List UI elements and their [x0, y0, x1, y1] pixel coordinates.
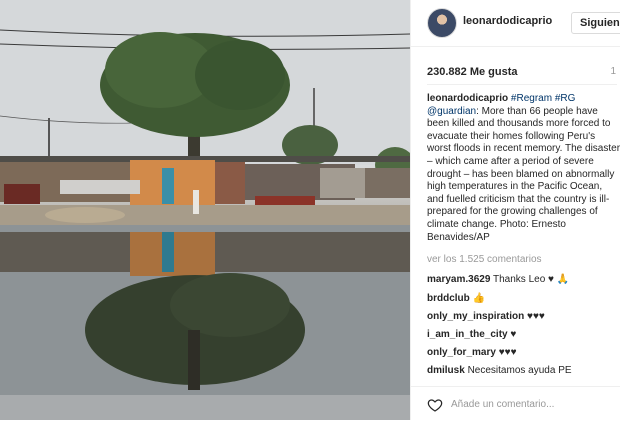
- post-caption: leonardodicaprio #Regram #RG @guardian: …: [427, 93, 620, 244]
- comment-item: only_for_mary ♥♥♥: [427, 347, 517, 358]
- comment-emoji: 👍: [472, 293, 486, 304]
- caption-hashtags[interactable]: #Regram #RG: [511, 93, 575, 104]
- post-side-panel: leonardodicaprio Siguiendo 230.882 Me gu…: [410, 0, 620, 420]
- comment-emoji: ♥♥♥: [498, 347, 517, 358]
- comment-text: Thanks Leo: [493, 274, 546, 285]
- comment-username[interactable]: i_am_in_the_city: [427, 329, 508, 340]
- divider: [427, 84, 617, 85]
- comment-emoji: ♥ 🙏: [548, 274, 570, 285]
- caption-text: : More than 66 people have been killed a…: [427, 105, 620, 243]
- following-button[interactable]: Siguiendo: [571, 12, 620, 34]
- comment-username[interactable]: brddclub: [427, 293, 470, 304]
- comment-item: dmilusk Necesitamos ayuda PE: [427, 365, 572, 376]
- caption-username[interactable]: leonardodicaprio: [427, 93, 508, 104]
- post-header: leonardodicaprio Siguiendo: [411, 0, 620, 47]
- caption-mention[interactable]: @guardian: [427, 106, 476, 117]
- comment-emoji: ♥: [510, 329, 517, 340]
- post-time[interactable]: 1: [610, 66, 616, 77]
- username-link[interactable]: leonardodicaprio: [463, 15, 552, 27]
- comment-emoji: PE: [558, 365, 572, 376]
- add-comment-input[interactable]: [451, 395, 601, 413]
- comment-item: maryam.3629 Thanks Leo ♥ 🙏: [427, 274, 569, 285]
- comment-item: brddclub 👍: [427, 293, 485, 304]
- comment-item: i_am_in_the_city ♥: [427, 329, 516, 340]
- comment-username[interactable]: maryam.3629: [427, 274, 490, 285]
- comment-username[interactable]: dmilusk: [427, 365, 465, 376]
- likes-count[interactable]: 230.882 Me gusta: [427, 66, 617, 78]
- flood-scene-image: [0, 0, 410, 420]
- comment-item: only_my_inspiration ♥♥♥: [427, 311, 545, 322]
- post-photo[interactable]: [0, 0, 410, 420]
- comment-username[interactable]: only_my_inspiration: [427, 311, 524, 322]
- avatar[interactable]: [427, 8, 457, 38]
- comment-text: Necesitamos ayuda: [467, 365, 556, 376]
- like-heart-icon[interactable]: [427, 397, 443, 413]
- comment-box: [411, 386, 620, 421]
- comment-username[interactable]: only_for_mary: [427, 347, 496, 358]
- view-all-comments-link[interactable]: ver los 1.525 comentarios: [427, 254, 542, 265]
- comment-emoji: ♥♥♥: [527, 311, 545, 322]
